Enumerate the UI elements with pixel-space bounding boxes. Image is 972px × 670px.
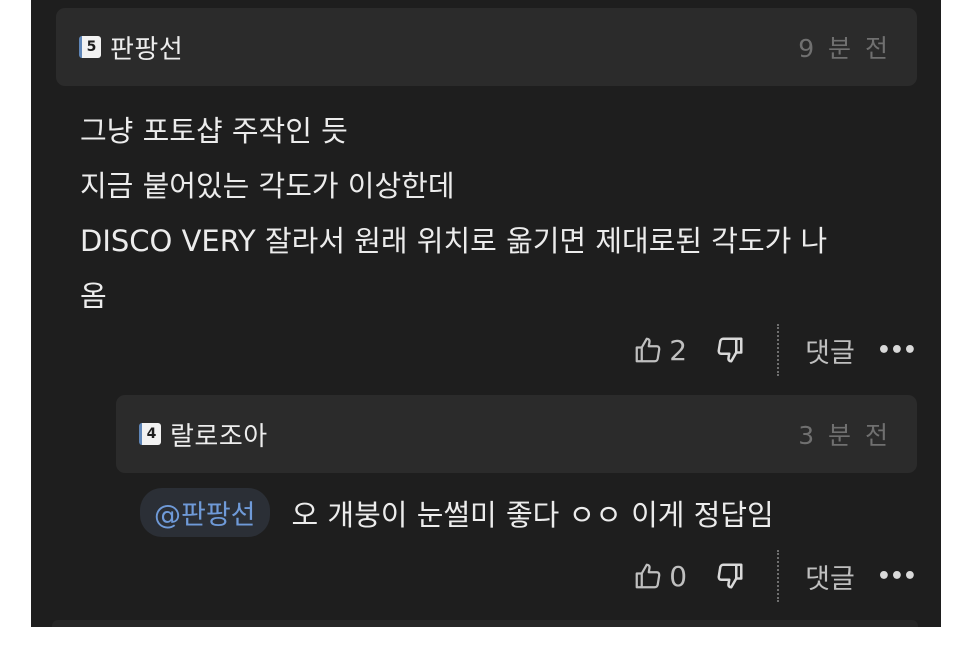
reply-timestamp: 3 분 전 [798,421,891,450]
like-button[interactable]: 0 [633,560,715,593]
dislike-button[interactable] [715,561,745,591]
level-badge-icon: 4 [139,423,161,445]
thumbs-up-icon [635,563,661,589]
comment-line: 옴 [80,279,107,313]
action-divider [777,550,780,602]
level-badge-icon: 5 [79,36,101,58]
more-icon[interactable]: ••• [877,564,917,589]
comment-line: DISCO VERY 잘라서 원래 위치로 옮기면 제대로된 각도가 나 [80,224,828,258]
thumbs-down-icon [717,337,743,363]
like-button[interactable]: 2 [633,334,715,367]
comment-actions: 2 댓글 ••• [633,324,917,376]
comment-line: 지금 붙어있는 각도가 이상한데 [80,169,455,203]
next-comment-edge [52,620,918,627]
thumbs-up-icon [635,337,661,363]
thumbs-down-icon [717,563,743,589]
comment-timestamp: 9 분 전 [798,34,891,63]
reply-actions: 0 댓글 ••• [633,550,917,602]
reply-username[interactable]: 랄로조아 [170,416,268,453]
reply-button[interactable]: 댓글 [805,331,855,370]
reply-body: @판팡선 오 개붕이 눈썰미 좋다 ㅇㅇ 이게 정답임 [140,488,774,537]
more-icon[interactable]: ••• [877,338,917,363]
comment-header: 5 판팡선 9 분 전 [56,8,917,86]
reply-text: 오 개붕이 눈썰미 좋다 ㅇㅇ 이게 정답임 [291,497,774,532]
reply-button[interactable]: 댓글 [805,557,855,596]
comment-body: 그냥 포토샵 주작인 듯 지금 붙어있는 각도가 이상한데 DISCO VERY… [80,104,920,324]
action-divider [777,324,780,376]
like-count: 2 [669,333,688,367]
reply-header: 4 랄로조아 3 분 전 [116,395,917,473]
mention-tag[interactable]: @판팡선 [140,488,270,537]
comment-username[interactable]: 판팡선 [110,29,183,66]
like-count: 0 [669,559,688,593]
comment-line: 그냥 포토샵 주작인 듯 [80,114,348,148]
dislike-button[interactable] [715,335,745,365]
